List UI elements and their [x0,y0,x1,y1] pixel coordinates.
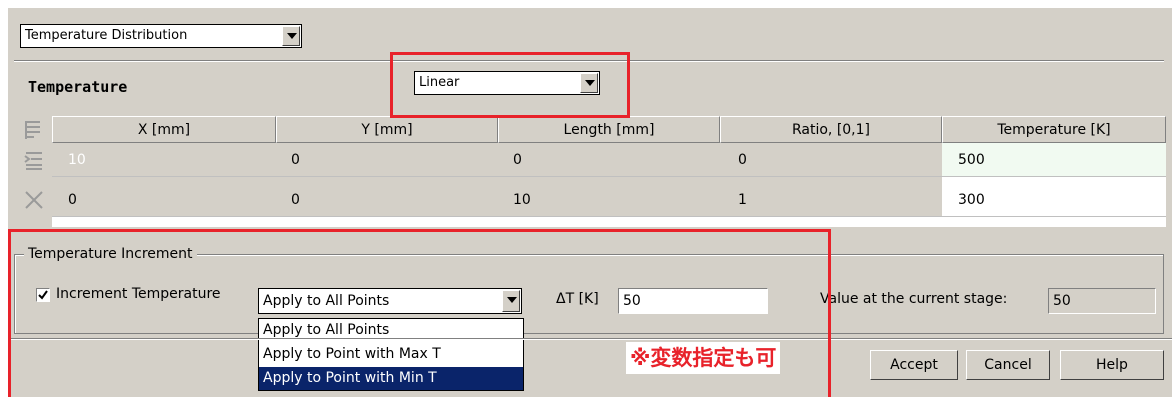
distribution-type-value: Temperature Distribution [25,28,188,43]
current-stage-value: 50 [1053,293,1071,309]
cell-x[interactable]: 10 [68,144,86,176]
current-stage-value-field: 50 [1048,288,1156,314]
table-empty-area [52,217,1166,227]
insert-row-below-icon[interactable] [22,148,46,172]
help-button[interactable]: Help [1060,350,1164,380]
column-header-ratio[interactable]: Ratio, [0,1] [720,116,942,143]
column-header-x[interactable]: X [mm] [52,116,276,143]
increment-highlight-box [8,229,831,397]
cell-ratio[interactable]: 0 [738,144,747,176]
cancel-button[interactable]: Cancel [966,350,1050,380]
distribution-type-select[interactable]: Temperature Distribution [20,24,302,48]
cell-length[interactable]: 0 [513,144,522,176]
column-header-temperature[interactable]: Temperature [K] [942,116,1166,143]
row-divider [52,176,1166,177]
cell-y[interactable]: 0 [291,184,300,216]
accept-button[interactable]: Accept [870,350,958,380]
column-header-y[interactable]: Y [mm] [276,116,498,143]
section-title: Temperature [28,78,128,96]
current-stage-label: Value at the current stage: [820,291,1008,307]
cell-y[interactable]: 0 [291,144,300,176]
linear-highlight-box [390,52,630,118]
cell-temperature[interactable]: 500 [958,144,985,176]
insert-row-above-icon[interactable] [22,118,46,142]
cell-x[interactable]: 0 [68,184,77,216]
cell-temperature[interactable]: 300 [958,184,985,216]
cell-length[interactable]: 10 [513,184,531,216]
column-header-length[interactable]: Length [mm] [498,116,720,143]
chevron-down-icon[interactable] [282,26,300,46]
cell-ratio[interactable]: 1 [738,184,747,216]
delete-row-icon[interactable] [22,188,46,212]
